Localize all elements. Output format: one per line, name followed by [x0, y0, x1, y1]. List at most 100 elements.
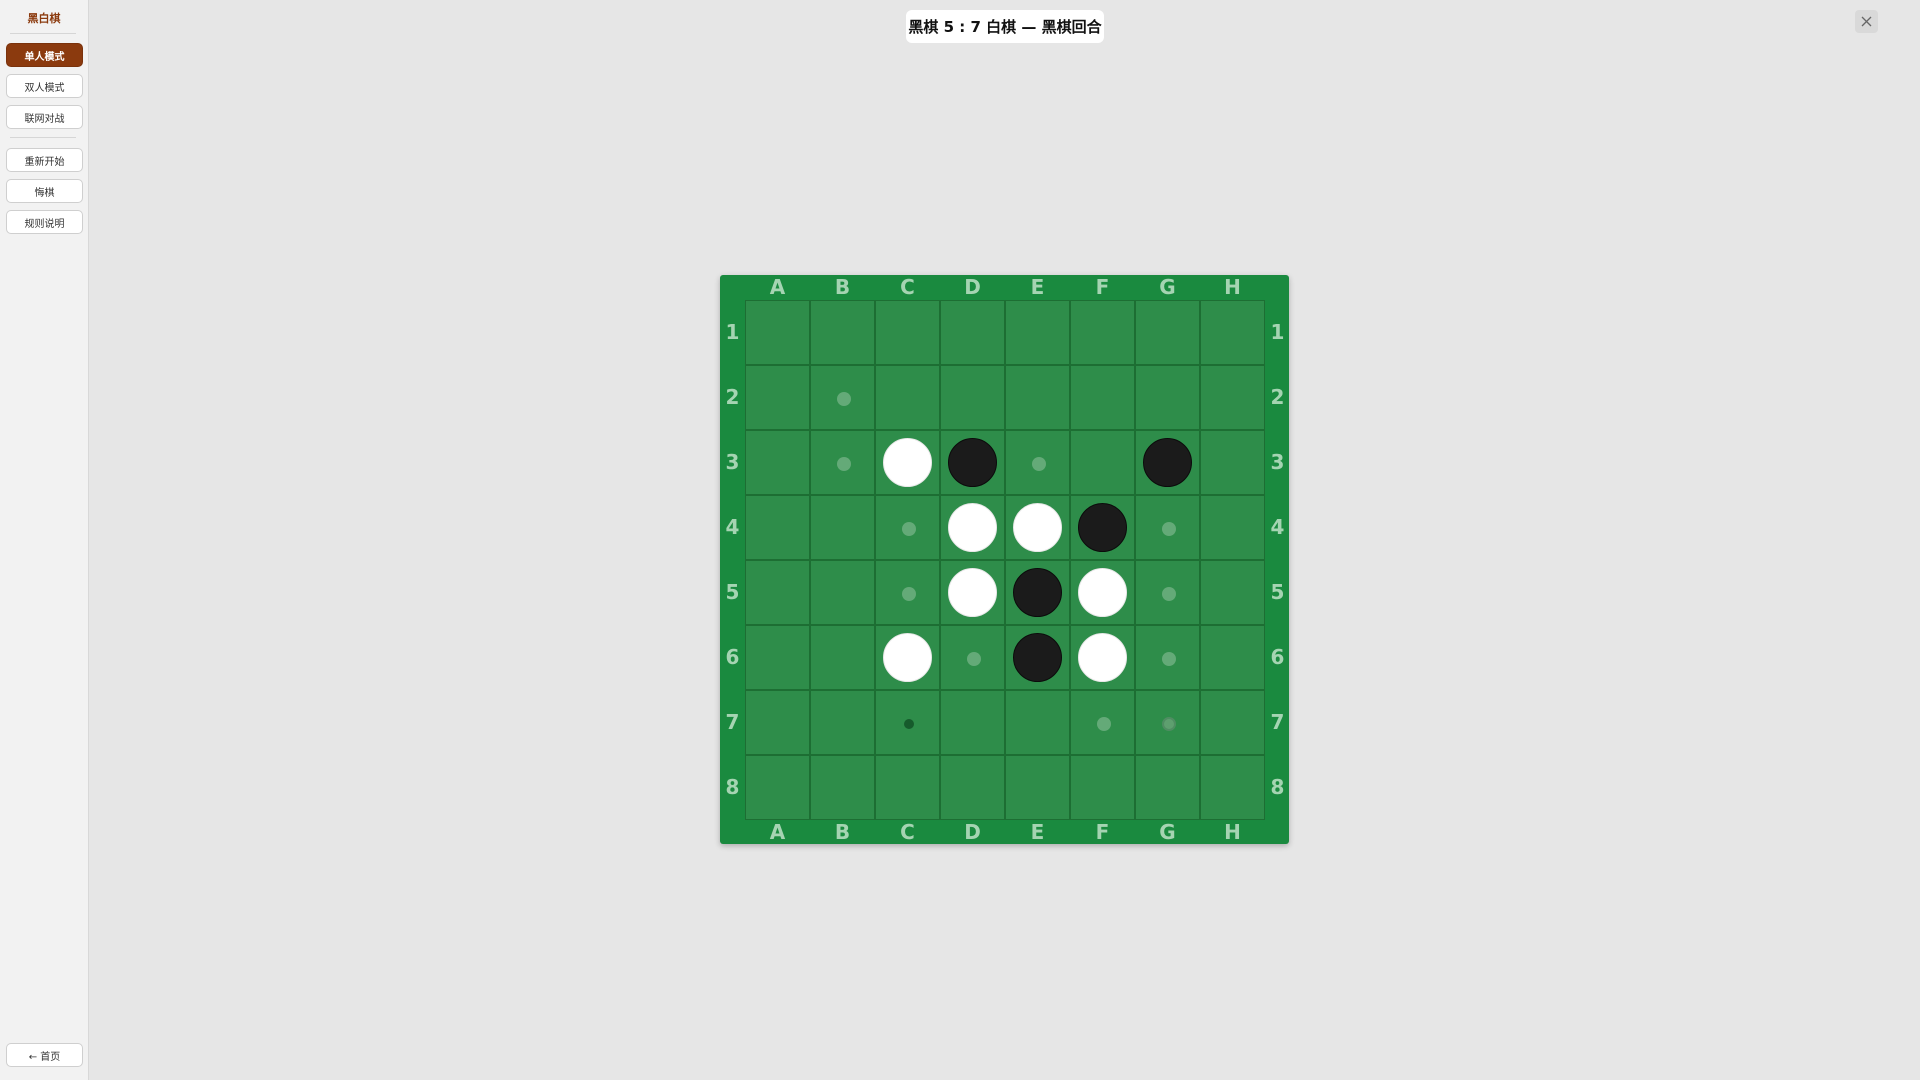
board-cell-b1[interactable]	[810, 300, 875, 365]
board-cell-a7[interactable]	[745, 690, 810, 755]
valid-move-hint	[1097, 717, 1111, 731]
board-cell-b4[interactable]	[810, 495, 875, 560]
board-cell-b3[interactable]	[810, 430, 875, 495]
board-cell-a4[interactable]	[745, 495, 810, 560]
board-cell-a2[interactable]	[745, 365, 810, 430]
board-cell-c5[interactable]	[875, 560, 940, 625]
board-cell-h2[interactable]	[1200, 365, 1265, 430]
board-cell-h1[interactable]	[1200, 300, 1265, 365]
row-label-2: 2	[725, 385, 740, 409]
board-cell-h3[interactable]	[1200, 430, 1265, 495]
board-cell-a5[interactable]	[745, 560, 810, 625]
black-piece	[1078, 503, 1127, 552]
board-cell-h4[interactable]	[1200, 495, 1265, 560]
board-cell-e4[interactable]	[1005, 495, 1070, 560]
valid-move-hint	[967, 652, 981, 666]
board-cell-a8[interactable]	[745, 755, 810, 820]
valid-move-hint	[902, 587, 916, 601]
board-cell-g4[interactable]	[1135, 495, 1200, 560]
board-cell-e7[interactable]	[1005, 690, 1070, 755]
board-cell-c2[interactable]	[875, 365, 940, 430]
board-cell-g7[interactable]	[1135, 690, 1200, 755]
board-cell-f8[interactable]	[1070, 755, 1135, 820]
board-cell-c8[interactable]	[875, 755, 940, 820]
board-cell-c6[interactable]	[875, 625, 940, 690]
board-cell-f2[interactable]	[1070, 365, 1135, 430]
white-piece	[948, 503, 997, 552]
board-cell-f4[interactable]	[1070, 495, 1135, 560]
board-cell-f1[interactable]	[1070, 300, 1135, 365]
close-icon	[1861, 16, 1872, 27]
board-cell-e8[interactable]	[1005, 755, 1070, 820]
board-grid	[745, 300, 1265, 820]
board-cell-h5[interactable]	[1200, 560, 1265, 625]
home-button[interactable]: ← 首页	[6, 1043, 83, 1067]
board-cell-b8[interactable]	[810, 755, 875, 820]
board-cell-g6[interactable]	[1135, 625, 1200, 690]
board-cell-d6[interactable]	[940, 625, 1005, 690]
row-label-8: 8	[725, 775, 740, 799]
board-cell-f3[interactable]	[1070, 430, 1135, 495]
black-piece	[1013, 568, 1062, 617]
board-cell-a3[interactable]	[745, 430, 810, 495]
board-cell-c1[interactable]	[875, 300, 940, 365]
board-cell-g8[interactable]	[1135, 755, 1200, 820]
rules-button[interactable]: 规则说明	[6, 210, 83, 234]
undo-button[interactable]: 悔棋	[6, 179, 83, 203]
row-label-3: 3	[1270, 450, 1285, 474]
board-cell-d4[interactable]	[940, 495, 1005, 560]
board-cell-d2[interactable]	[940, 365, 1005, 430]
board-cell-f6[interactable]	[1070, 625, 1135, 690]
black-piece	[1013, 633, 1062, 682]
single-player-button[interactable]: 单人模式	[6, 43, 83, 67]
board-cell-e5[interactable]	[1005, 560, 1070, 625]
board-cell-g5[interactable]	[1135, 560, 1200, 625]
board-cell-f7[interactable]	[1070, 690, 1135, 755]
board-cell-a6[interactable]	[745, 625, 810, 690]
board-cell-d8[interactable]	[940, 755, 1005, 820]
board-cell-d7[interactable]	[940, 690, 1005, 755]
score-status: 黑棋 5 : 7 白棋 — 黑棋回合	[906, 10, 1104, 43]
board-cell-e3[interactable]	[1005, 430, 1070, 495]
board-cell-e2[interactable]	[1005, 365, 1070, 430]
column-label-h: H	[1224, 820, 1241, 844]
board-cell-g1[interactable]	[1135, 300, 1200, 365]
board-cell-b5[interactable]	[810, 560, 875, 625]
close-button[interactable]	[1855, 10, 1878, 33]
board-cell-c4[interactable]	[875, 495, 940, 560]
board-cell-g2[interactable]	[1135, 365, 1200, 430]
board-cell-h6[interactable]	[1200, 625, 1265, 690]
board-cell-g3[interactable]	[1135, 430, 1200, 495]
board-cell-h7[interactable]	[1200, 690, 1265, 755]
column-label-a: A	[769, 275, 786, 299]
board-cell-b2[interactable]	[810, 365, 875, 430]
board-cell-d3[interactable]	[940, 430, 1005, 495]
black-piece	[1143, 438, 1192, 487]
board-cell-e6[interactable]	[1005, 625, 1070, 690]
restart-button[interactable]: 重新开始	[6, 148, 83, 172]
board-cell-e1[interactable]	[1005, 300, 1070, 365]
column-label-d: D	[964, 820, 981, 844]
board-cell-a1[interactable]	[745, 300, 810, 365]
board-cell-b6[interactable]	[810, 625, 875, 690]
board-cell-f5[interactable]	[1070, 560, 1135, 625]
board-cell-d1[interactable]	[940, 300, 1005, 365]
valid-move-hint	[1032, 457, 1046, 471]
white-piece	[883, 633, 932, 682]
board-cell-c3[interactable]	[875, 430, 940, 495]
row-label-8: 8	[1270, 775, 1285, 799]
two-player-button[interactable]: 双人模式	[6, 74, 83, 98]
board-cell-d5[interactable]	[940, 560, 1005, 625]
row-label-1: 1	[725, 320, 740, 344]
column-label-a: A	[769, 820, 786, 844]
column-label-f: F	[1095, 820, 1110, 844]
online-match-button[interactable]: 联网对战	[6, 105, 83, 129]
column-label-g: G	[1159, 820, 1176, 844]
sidebar: 黑白棋 单人模式 双人模式 联网对战 重新开始 悔棋 规则说明 ← 首页	[0, 0, 89, 1080]
column-label-d: D	[964, 275, 981, 299]
board-cell-b7[interactable]	[810, 690, 875, 755]
board-cell-c7[interactable]	[875, 690, 940, 755]
white-piece	[1078, 568, 1127, 617]
row-label-2: 2	[1270, 385, 1285, 409]
board-cell-h8[interactable]	[1200, 755, 1265, 820]
